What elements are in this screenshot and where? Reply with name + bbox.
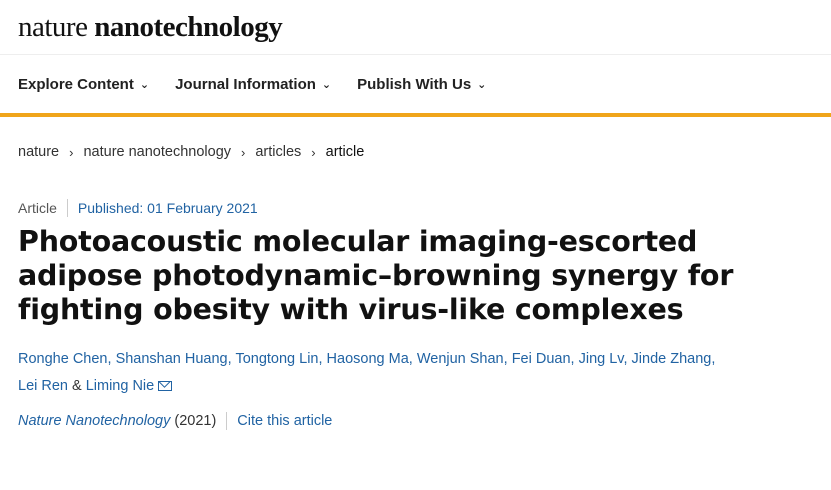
author-separator: , [503, 350, 512, 367]
nav-journal-information[interactable]: Journal Information ⌄ [175, 76, 331, 93]
author-separator: , [570, 350, 579, 367]
breadcrumb-article: article [325, 144, 365, 160]
author-separator: , [711, 350, 716, 367]
citation-line: Nature Nanotechnology (2021) Cite this a… [0, 411, 831, 430]
author-link-corresponding[interactable]: Liming Nie [86, 378, 155, 394]
nav-label: Explore Content [18, 75, 134, 93]
journal-name: Nature Nanotechnology [18, 412, 171, 429]
logo-bar: nature nanotechnology [0, 0, 831, 54]
main-nav: Explore Content ⌄ Journal Information ⌄ … [0, 54, 831, 117]
author-link[interactable]: Jinde Zhang [632, 351, 712, 367]
divider [66, 199, 68, 217]
author-list: Ronghe Chen, Shanshan Huang, Tongtong Li… [0, 346, 831, 400]
publication-year: (2021) [174, 412, 217, 429]
breadcrumb-articles[interactable]: articles [255, 144, 301, 160]
mail-icon[interactable] [158, 380, 173, 391]
chevron-down-icon: ⌄ [321, 78, 332, 91]
author-separator: , [408, 350, 417, 367]
author-link[interactable]: Fei Duan [512, 351, 571, 367]
author-link[interactable]: Haosong Ma [327, 351, 409, 367]
cite-this-article-link[interactable]: Cite this article [237, 413, 332, 429]
author-link[interactable]: Ronghe Chen [18, 351, 108, 367]
published-date: Published: 01 February 2021 [77, 200, 258, 216]
author-ampersand: & [67, 377, 86, 394]
author-separator: , [623, 350, 632, 367]
article-header: Article Published: 01 February 2021 Phot… [0, 199, 831, 430]
journal-logo[interactable]: nature nanotechnology [18, 10, 283, 44]
breadcrumb-nature-nanotechnology[interactable]: nature nanotechnology [83, 144, 231, 160]
chevron-right-icon: › [69, 144, 74, 160]
article-title: Photoacoustic molecular imaging-escorted… [18, 225, 734, 327]
nav-publish-with-us[interactable]: Publish With Us ⌄ [357, 76, 486, 93]
nav-label: Publish With Us [357, 75, 472, 93]
nav-label: Journal Information [175, 75, 316, 93]
author-separator: , [318, 350, 327, 367]
author-link[interactable]: Wenjun Shan [417, 351, 504, 367]
article-meta: Article Published: 01 February 2021 [0, 199, 831, 217]
author-link[interactable]: Jing Lv [579, 351, 624, 367]
divider [226, 411, 228, 430]
article-type: Article [18, 200, 57, 216]
author-separator: , [107, 350, 116, 367]
logo-nanotechnology: nanotechnology [94, 10, 283, 43]
nav-explore-content[interactable]: Explore Content ⌄ [18, 76, 149, 93]
chevron-right-icon: › [241, 144, 246, 160]
breadcrumb-nature[interactable]: nature [18, 144, 59, 160]
chevron-right-icon: › [311, 144, 316, 160]
author-link[interactable]: Tongtong Lin [235, 351, 318, 367]
logo-nature: nature [18, 10, 88, 43]
chevron-down-icon: ⌄ [477, 78, 487, 91]
breadcrumb: nature › nature nanotechnology › article… [0, 117, 831, 187]
chevron-down-icon: ⌄ [139, 78, 150, 91]
author-link[interactable]: Shanshan Huang [116, 351, 228, 367]
site-header: nature nanotechnology Explore Content ⌄ … [0, 0, 831, 117]
author-link[interactable]: Lei Ren [18, 378, 68, 394]
